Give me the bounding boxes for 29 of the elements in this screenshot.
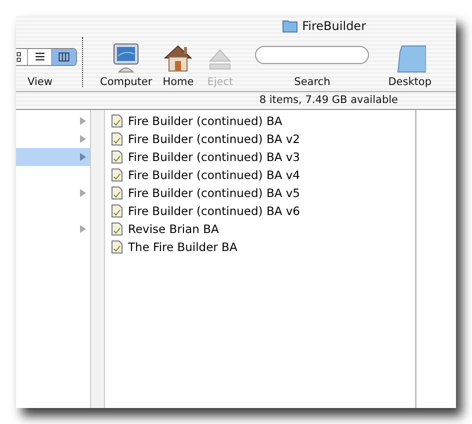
document-icon — [111, 204, 123, 218]
document-icon — [111, 240, 123, 254]
file-name[interactable]: Fire Builder (continued) BA — [128, 114, 282, 128]
file-name[interactable]: Fire Builder (continued) BA v3 — [128, 150, 300, 164]
document-icon — [111, 168, 123, 182]
document-icon — [111, 150, 123, 164]
folder-icon — [282, 19, 298, 33]
toolbar-label: Eject — [207, 76, 234, 88]
document-icon — [111, 222, 123, 236]
document-icon — [111, 186, 123, 200]
toolbar-label: Computer — [100, 76, 152, 88]
list-icon — [34, 51, 46, 63]
file-name[interactable]: Revise Brian BA — [128, 222, 219, 236]
window-title: FireBuilder — [302, 19, 366, 33]
file-name[interactable]: The Fire Builder BA — [128, 240, 238, 254]
search-field[interactable] — [255, 46, 370, 64]
toolbar-label: Desktop — [388, 76, 432, 88]
toolbar-label: Search — [294, 76, 330, 88]
file-name[interactable]: Fire Builder (continued) BA v4 — [128, 168, 300, 182]
columns-icon — [58, 51, 70, 63]
toolbar-label: View — [28, 76, 52, 88]
file-name[interactable]: Fire Builder (continued) BA v5 — [128, 186, 300, 200]
document-icon — [111, 114, 123, 128]
view-segmented-control[interactable] — [16, 48, 77, 66]
view-columns-button[interactable] — [52, 49, 76, 65]
file-name[interactable]: Fire Builder (continued) BA v2 — [128, 132, 300, 146]
file-name[interactable]: Fire Builder (continued) BA v6 — [128, 204, 300, 218]
document-icon — [111, 132, 123, 146]
toolbar-label: Home — [162, 76, 194, 88]
